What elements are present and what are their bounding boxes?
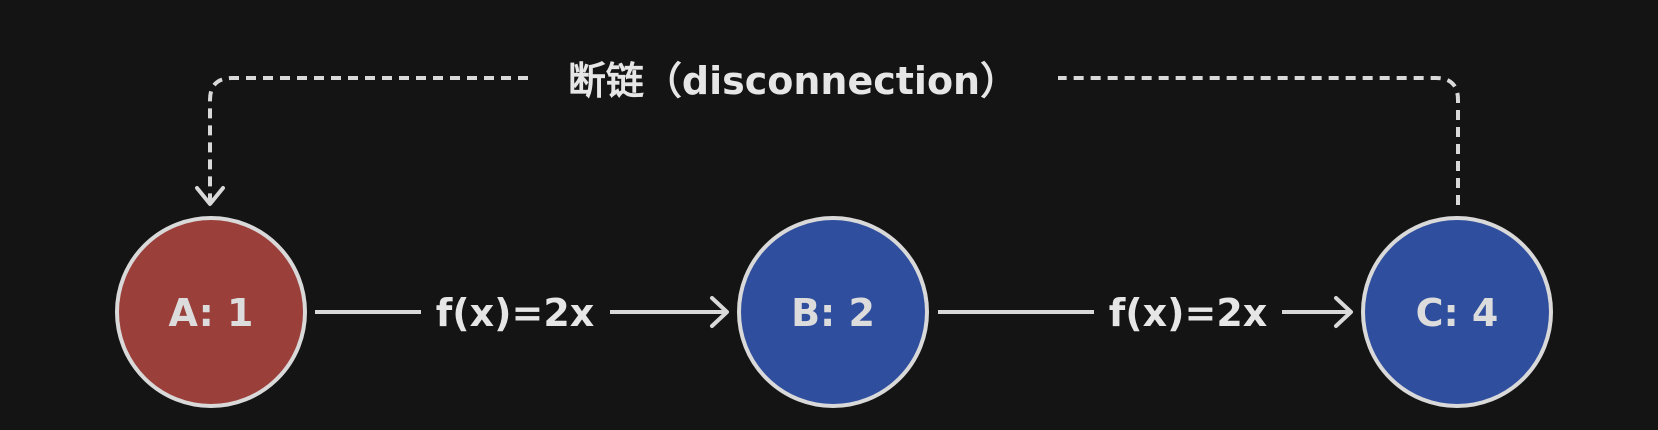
diagram-canvas: 断链（disconnection） f(x)=2x f(x)=2x A: 1 B… xyxy=(0,0,1658,430)
edge-b-c-label: f(x)=2x xyxy=(1109,291,1268,335)
node-c-label: C: 4 xyxy=(1416,291,1499,335)
disconnection-label: 断链（disconnection） xyxy=(568,59,1018,103)
node-c: C: 4 xyxy=(1361,216,1553,408)
node-a: A: 1 xyxy=(115,216,307,408)
node-a-label: A: 1 xyxy=(169,291,254,335)
node-b: B: 2 xyxy=(737,216,929,408)
diagram-svg: 断链（disconnection） f(x)=2x f(x)=2x A: 1 B… xyxy=(115,59,1553,408)
edge-a-b-label: f(x)=2x xyxy=(436,291,595,335)
node-b-label: B: 2 xyxy=(791,291,875,335)
